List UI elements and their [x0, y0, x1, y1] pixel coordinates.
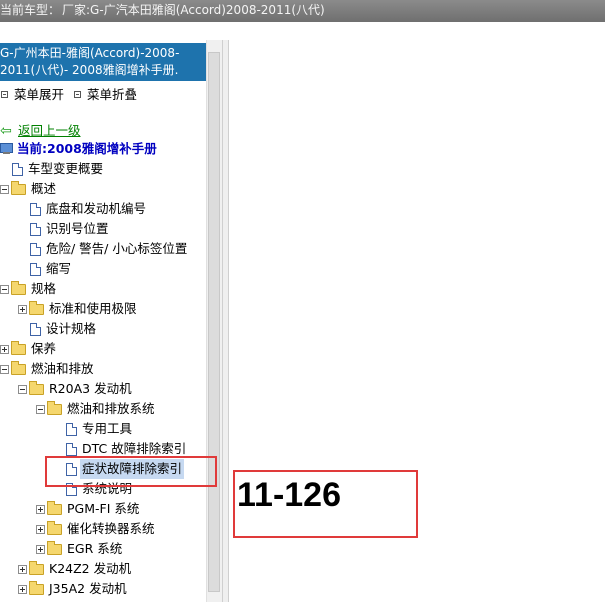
tree-item-label: 概述 — [31, 181, 57, 196]
sidebar-scrollbar-thumb[interactable] — [208, 52, 220, 592]
tree-item-label: 燃油和排放系统 — [67, 401, 155, 416]
folder-icon — [29, 380, 44, 395]
current-node: 当前:2008雅阁增补手册 — [0, 139, 159, 159]
tree-item-label: R20A3 发动机 — [49, 381, 132, 396]
tree-item-label: 燃油和排放 — [31, 361, 94, 376]
collapse-minus-icon[interactable] — [36, 404, 45, 414]
content-fragment — [330, 33, 380, 41]
tree-item[interactable]: R20A3 发动机 — [18, 379, 134, 399]
tree-item[interactable]: 缩写 — [30, 259, 73, 279]
tree-item[interactable]: 识别号位置 — [30, 219, 111, 239]
document-icon — [66, 442, 77, 456]
tree-item[interactable]: 设计规格 — [30, 319, 98, 339]
highlight-box-page-number — [233, 470, 418, 538]
document-icon — [30, 322, 41, 336]
back-arrow-icon: ⇦ — [0, 123, 12, 139]
tree-item[interactable]: EGR 系统 — [36, 539, 124, 559]
menu-row: 菜单展开 菜单折叠 — [0, 86, 222, 102]
tree-item[interactable]: 燃油和排放系统 — [36, 399, 157, 419]
expand-plus-icon[interactable] — [36, 524, 45, 534]
tree-item[interactable]: K24Z2 发动机 — [18, 559, 133, 579]
document-icon — [30, 202, 41, 216]
folder-icon — [11, 340, 26, 355]
tree-item[interactable]: 专用工具 — [66, 419, 134, 439]
folder-icon — [29, 300, 44, 315]
tree-item[interactable]: PGM-FI 系统 — [36, 499, 141, 519]
folder-icon — [11, 360, 26, 375]
expand-plus-icon[interactable] — [36, 544, 45, 554]
tree-item[interactable]: J35A2 发动机 — [18, 579, 129, 599]
menu-collapse-button[interactable]: 菜单折叠 — [73, 87, 137, 103]
menu-expand-button[interactable]: 菜单展开 — [0, 87, 64, 103]
expand-plus-icon[interactable] — [0, 344, 9, 354]
tree-item[interactable]: 燃油和排放 — [0, 359, 96, 379]
sidebar-header-line-2: 2011(八代)- 2008雅阁增补手册. — [0, 63, 179, 77]
collapse-icon — [74, 91, 81, 98]
document-icon — [66, 422, 77, 436]
folder-icon — [47, 540, 62, 555]
tree-item-label: 危险/ 警告/ 小心标签位置 — [46, 241, 188, 256]
tree-item[interactable]: 危险/ 警告/ 小心标签位置 — [30, 239, 189, 259]
folder-icon — [29, 560, 44, 575]
tree-item-label: 车型变更概要 — [28, 161, 104, 176]
collapse-minus-icon[interactable] — [18, 384, 27, 394]
tree-item-label: K24Z2 发动机 — [49, 561, 132, 576]
title-value: 厂家:G-广汽本田雅阁(Accord)2008-2011(八代) — [62, 3, 325, 17]
document-icon — [30, 242, 41, 256]
tree-item-label: 识别号位置 — [46, 221, 109, 236]
title-label: 当前车型： — [0, 3, 61, 17]
tree-item-label: 底盘和发动机编号 — [46, 201, 147, 216]
folder-icon — [47, 500, 62, 515]
back-link[interactable]: ⇦ 返回上一级 — [0, 121, 83, 141]
folder-icon — [29, 580, 44, 595]
document-icon — [12, 162, 23, 176]
collapse-minus-icon[interactable] — [0, 284, 9, 294]
tree-item[interactable]: 保养 — [0, 339, 58, 359]
expand-icon — [1, 91, 8, 98]
sidebar-header: G-广州本田-雅阁(Accord)-2008- 2011(八代)- 2008雅阁… — [0, 43, 222, 81]
tree-item-label: 规格 — [31, 281, 57, 296]
document-icon — [30, 222, 41, 236]
tree-item-label: 标准和使用极限 — [49, 301, 137, 316]
tree-item[interactable]: 标准和使用极限 — [18, 299, 139, 319]
tree-item-label: 缩写 — [46, 261, 72, 276]
expand-plus-icon[interactable] — [18, 564, 27, 574]
back-link-label: 返回上一级 — [18, 123, 81, 138]
menu-expand-label: 菜单展开 — [14, 86, 65, 102]
tree-item[interactable]: 底盘和发动机编号 — [30, 199, 148, 219]
tree-item[interactable]: 催化转换器系统 — [36, 519, 157, 539]
expand-plus-icon[interactable] — [18, 304, 27, 314]
document-icon — [30, 262, 41, 276]
title-bar: 当前车型： 厂家:G-广汽本田雅阁(Accord)2008-2011(八代) — [0, 0, 605, 22]
computer-icon — [0, 143, 13, 155]
tree-item-label: 设计规格 — [46, 321, 97, 336]
expand-plus-icon[interactable] — [36, 504, 45, 514]
tree-item-label: 催化转换器系统 — [67, 521, 155, 536]
tree-item-label: 专用工具 — [82, 421, 133, 436]
sidebar-header-line-1: G-广州本田-雅阁(Accord)-2008- — [0, 46, 180, 60]
tree-item[interactable]: 规格 — [0, 279, 58, 299]
folder-icon — [47, 520, 62, 535]
tree-item[interactable]: 车型变更概要 — [12, 159, 105, 179]
current-node-label: 当前:2008雅阁增补手册 — [17, 141, 157, 156]
tree-item-label: 保养 — [31, 341, 57, 356]
folder-icon — [47, 400, 62, 415]
pane-splitter[interactable] — [222, 40, 229, 602]
expand-plus-icon[interactable] — [18, 584, 27, 594]
tree-item[interactable]: 概述 — [0, 179, 58, 199]
tree-item-label: EGR 系统 — [67, 541, 123, 556]
tree-item-label: J35A2 发动机 — [49, 581, 127, 596]
menu-collapse-label: 菜单折叠 — [87, 86, 138, 102]
collapse-minus-icon[interactable] — [0, 364, 9, 374]
collapse-minus-icon[interactable] — [0, 184, 9, 194]
highlight-box-tree-item — [45, 456, 217, 487]
folder-icon — [11, 280, 26, 295]
tree-item-label: PGM-FI 系统 — [67, 501, 140, 516]
folder-icon — [11, 180, 26, 195]
